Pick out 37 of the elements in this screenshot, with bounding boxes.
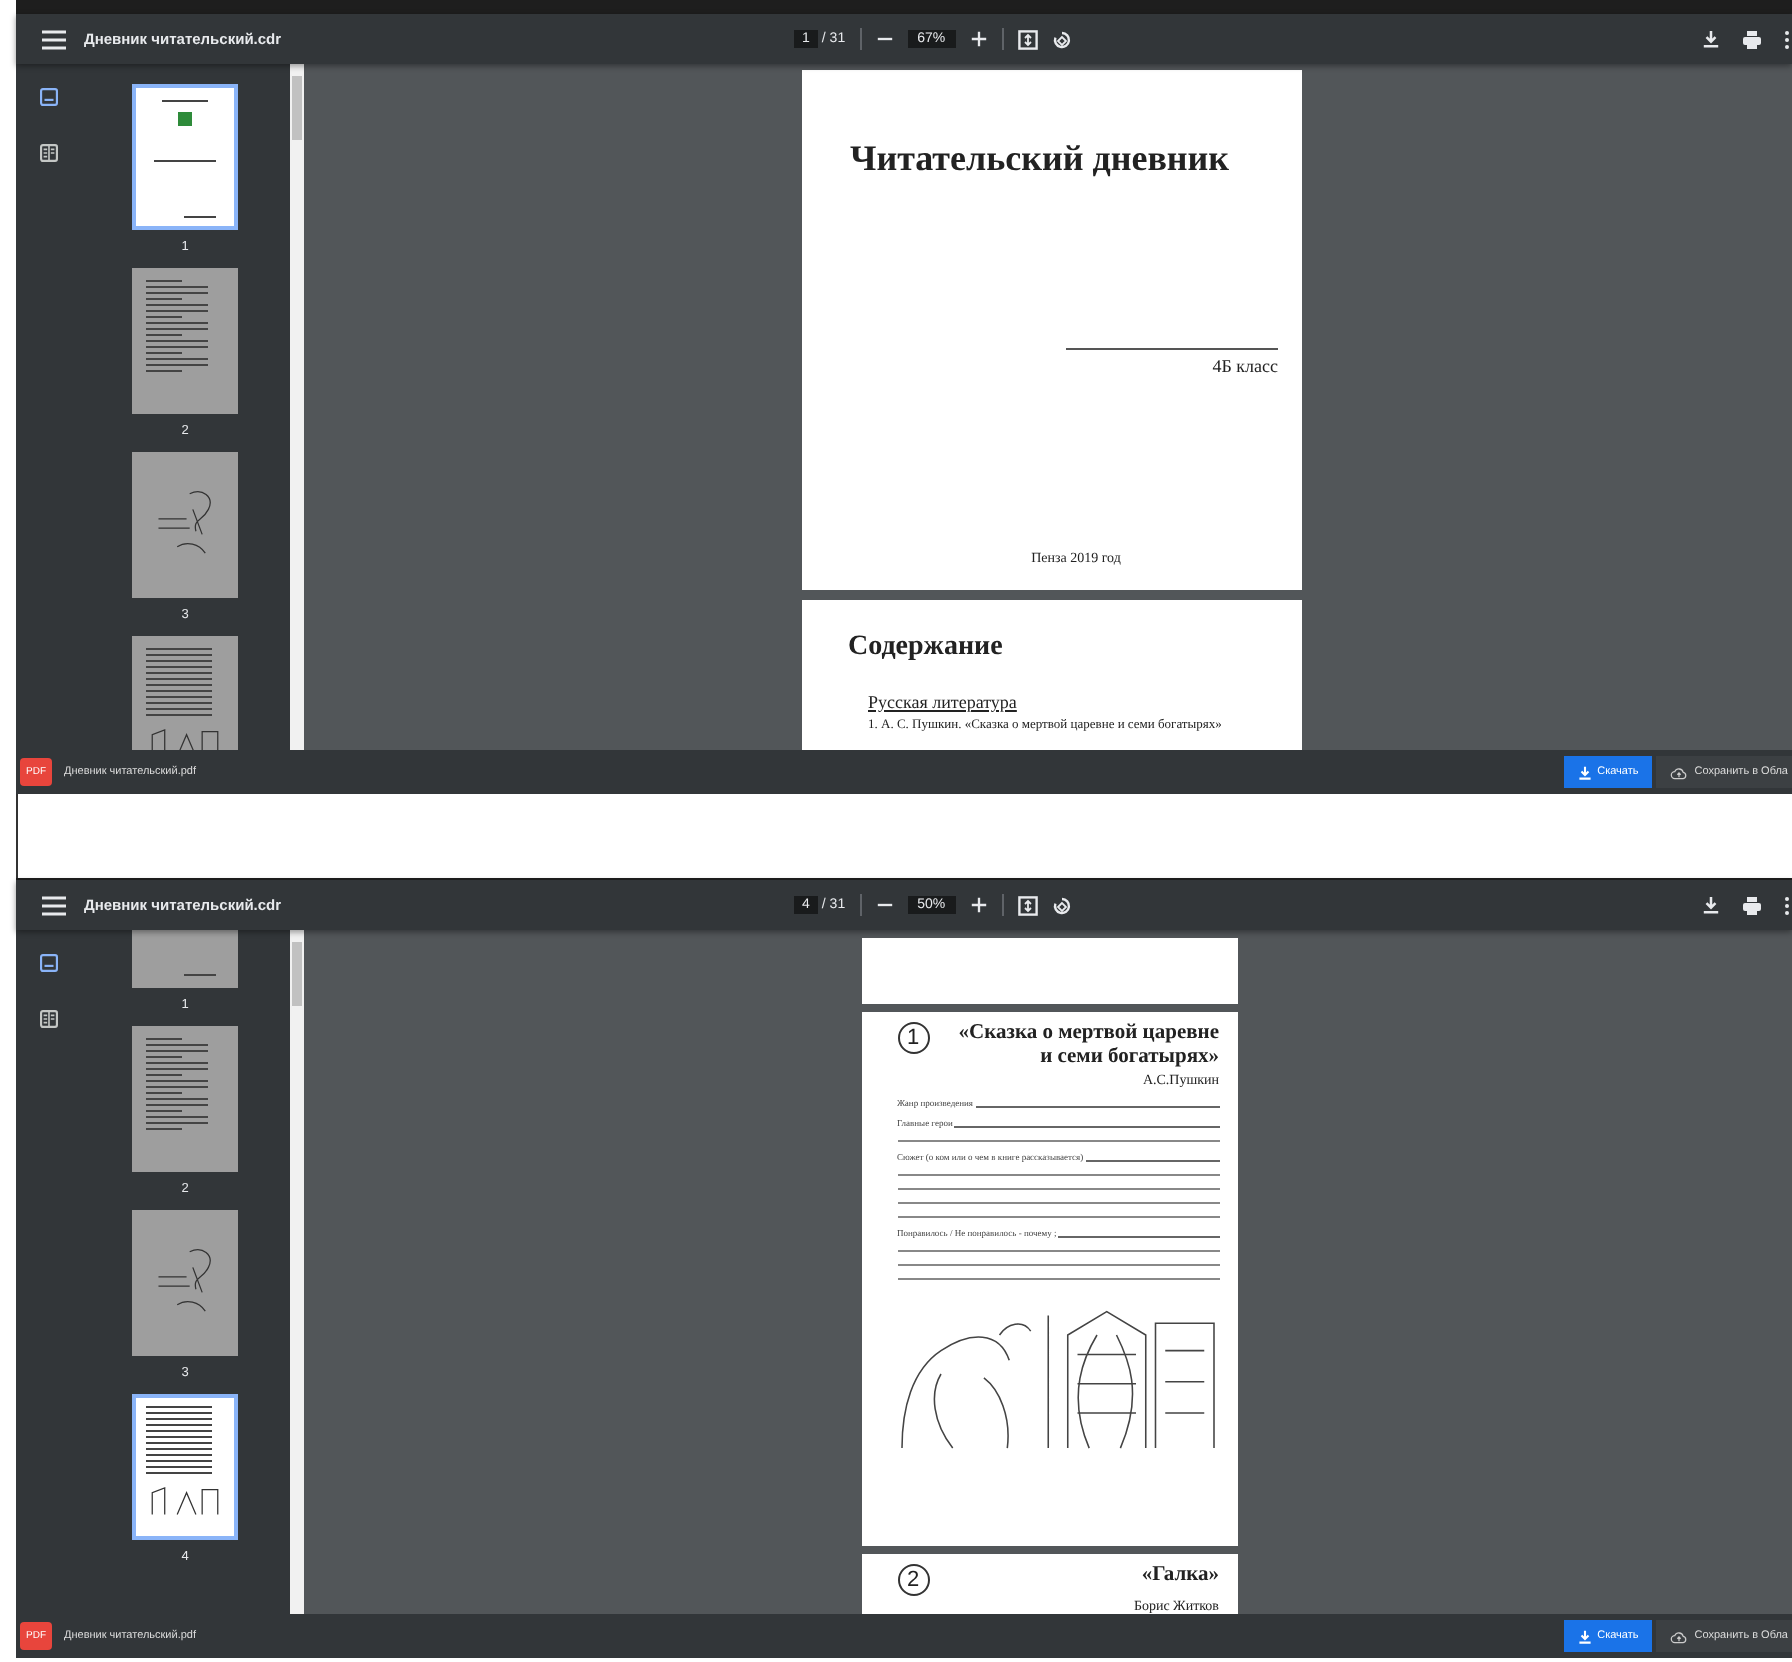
- cloud-upload-icon: [1670, 765, 1689, 779]
- cloud-upload-icon: [1670, 1629, 1689, 1643]
- page-heading: Содержание: [848, 632, 1005, 664]
- download-icon: [1577, 765, 1592, 779]
- page-thumbnail[interactable]: [132, 452, 238, 598]
- fit-page-icon[interactable]: [1017, 895, 1038, 915]
- fit-page-icon[interactable]: [1017, 29, 1038, 49]
- story-title: «Галка»: [1139, 1564, 1219, 1589]
- page-thumbnail[interactable]: [132, 1210, 238, 1356]
- class-label: 4Б класс: [1212, 356, 1278, 376]
- rotate-icon[interactable]: [1051, 895, 1072, 915]
- story-title: «Сказка о мертвой царевне и семи богатырях»: [956, 1022, 1219, 1071]
- more-icon[interactable]: [1784, 29, 1790, 49]
- page-thumbnail[interactable]: [132, 84, 238, 230]
- thumbnails-tab[interactable]: [34, 82, 62, 110]
- print-icon[interactable]: [1742, 29, 1762, 49]
- page-title: Читательский дневник: [850, 138, 1232, 180]
- outline-tab[interactable]: [34, 1004, 62, 1032]
- thumbnails-tab[interactable]: [34, 948, 62, 976]
- download-icon: [1577, 1629, 1592, 1643]
- rotate-icon[interactable]: [1051, 29, 1072, 49]
- print-icon[interactable]: [1742, 895, 1762, 915]
- zoom-in-icon[interactable]: [969, 30, 988, 48]
- outline-tab[interactable]: [34, 138, 62, 166]
- page-thumbnail[interactable]: [132, 1394, 238, 1540]
- page-thumbnail[interactable]: [132, 268, 238, 414]
- download-icon[interactable]: [1702, 896, 1720, 914]
- chapter-number: 1: [897, 1022, 929, 1054]
- download-icon[interactable]: [1702, 30, 1720, 48]
- more-icon[interactable]: [1784, 895, 1790, 915]
- menu-icon[interactable]: [42, 29, 66, 49]
- section-link[interactable]: Русская литература: [868, 692, 1290, 712]
- page-thumbnail[interactable]: [132, 1026, 238, 1172]
- page-thumbnail[interactable]: [132, 636, 238, 750]
- chapter-number: 2: [897, 1564, 929, 1596]
- zoom-in-icon[interactable]: [969, 896, 988, 914]
- menu-icon[interactable]: [42, 895, 66, 915]
